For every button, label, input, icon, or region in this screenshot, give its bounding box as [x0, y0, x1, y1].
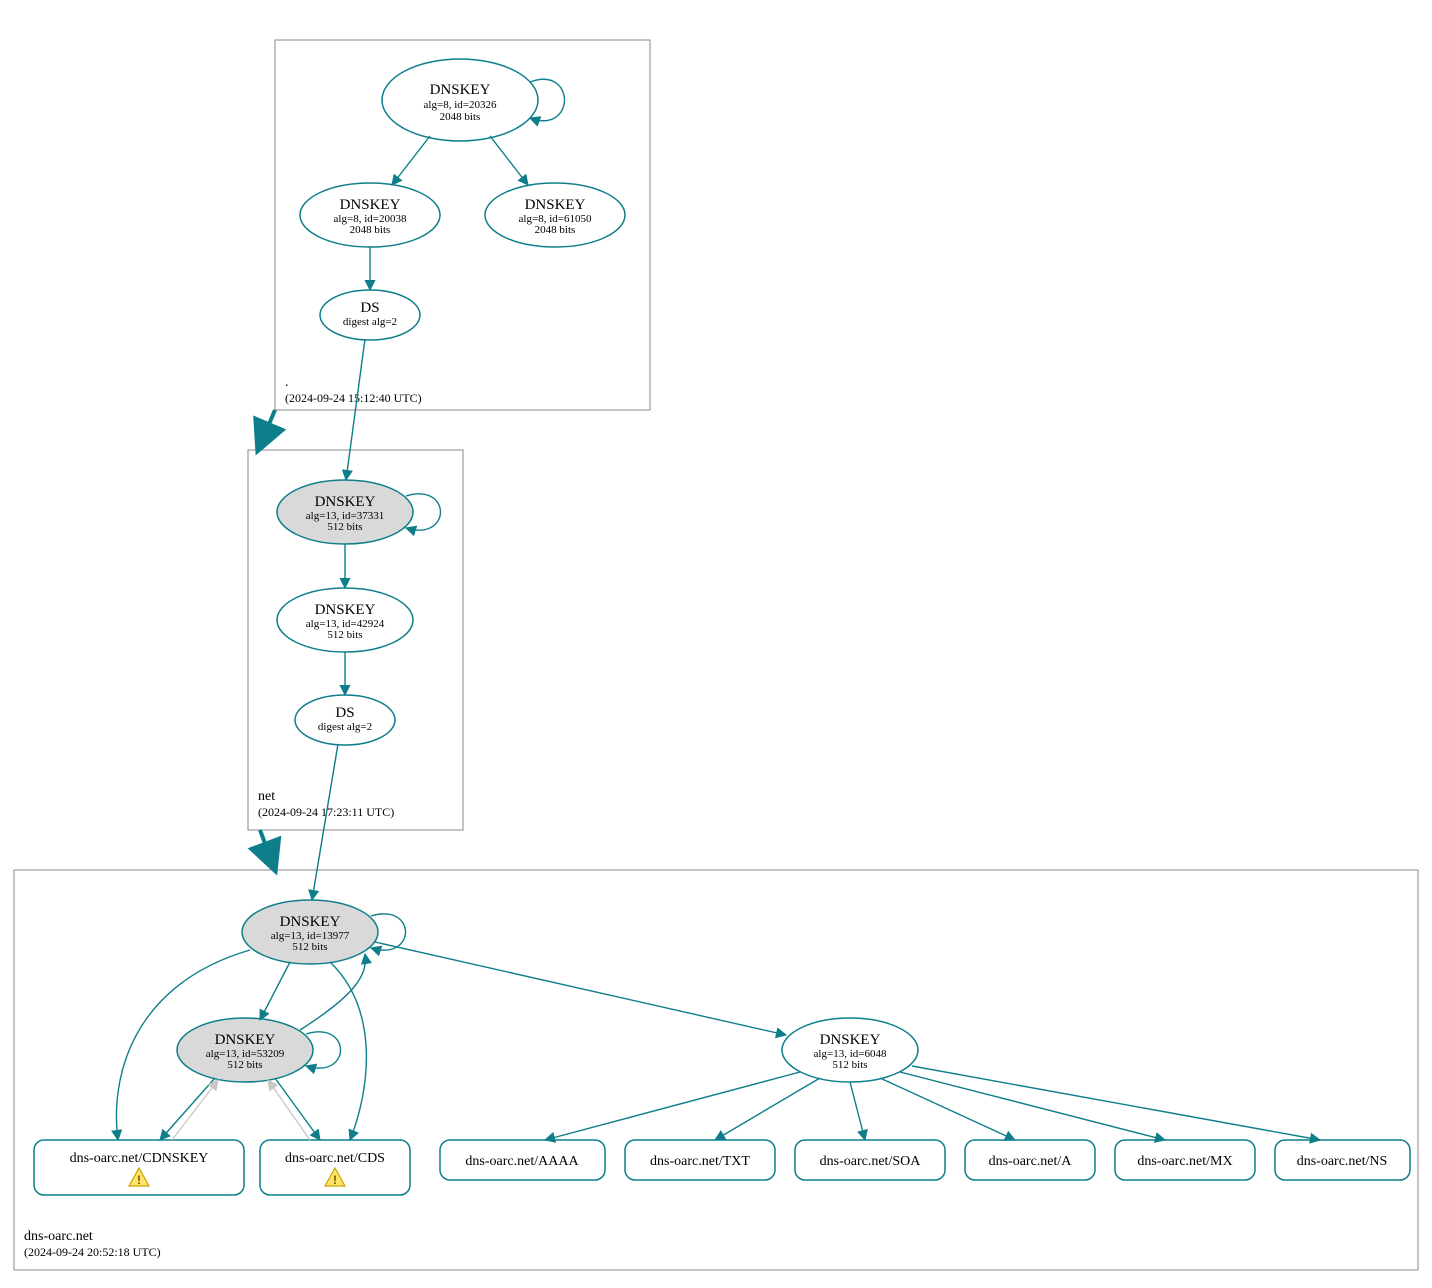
node-root-zsk-20038[interactable]: DNSKEY alg=8, id=20038 2048 bits: [300, 183, 440, 247]
rr-txt[interactable]: dns-oarc.net/TXT: [625, 1140, 775, 1180]
edge-net-to-leaf-zone: [260, 830, 275, 870]
svg-text:dns-oarc.net/TXT: dns-oarc.net/TXT: [650, 1154, 750, 1169]
zone-leaf-ts: (2024-09-24 20:52:18 UTC): [24, 1245, 161, 1259]
svg-text:512 bits: 512 bits: [227, 1059, 262, 1071]
node-leaf-zsk-6048[interactable]: DNSKEY alg=13, id=6048 512 bits: [782, 1018, 918, 1082]
edge-cds-to-zsk53209: [268, 1080, 310, 1140]
edge-leaf-ksk-to-zsk53209: [260, 962, 290, 1020]
edge-zsk6048-to-txt: [715, 1078, 820, 1140]
svg-text:512 bits: 512 bits: [327, 629, 362, 641]
svg-text:!: !: [137, 1173, 141, 1187]
svg-text:DNSKEY: DNSKEY: [340, 197, 401, 213]
node-net-ksk[interactable]: DNSKEY alg=13, id=37331 512 bits: [277, 480, 413, 544]
svg-text:DNSKEY: DNSKEY: [525, 197, 586, 213]
svg-text:DNSKEY: DNSKEY: [280, 914, 341, 930]
svg-text:DS: DS: [335, 705, 354, 721]
rr-aaaa[interactable]: dns-oarc.net/AAAA: [440, 1140, 605, 1180]
rr-soa[interactable]: dns-oarc.net/SOA: [795, 1140, 945, 1180]
svg-text:DNSKEY: DNSKEY: [430, 82, 491, 98]
zone-leaf-name: dns-oarc.net: [24, 1229, 93, 1244]
svg-text:2048 bits: 2048 bits: [535, 224, 576, 236]
node-root-zsk-61050[interactable]: DNSKEY alg=8, id=61050 2048 bits: [485, 183, 625, 247]
edge-leaf-ksk-to-cds: [330, 962, 366, 1140]
edge-zsk6048-to-aaaa: [545, 1072, 800, 1140]
svg-text:alg=8, id=20326: alg=8, id=20326: [424, 99, 497, 111]
edge-root-to-net-zone: [258, 410, 275, 450]
edge-zsk6048-to-a: [880, 1078, 1015, 1140]
edge-zsk53209-to-cdnskey: [160, 1078, 215, 1140]
edge-leaf-ksk-to-zsk6048: [375, 942, 786, 1035]
edge-net-ds-to-leaf-ksk: [312, 744, 338, 900]
svg-text:dns-oarc.net/CDS: dns-oarc.net/CDS: [285, 1151, 385, 1166]
svg-text:dns-oarc.net/NS: dns-oarc.net/NS: [1297, 1154, 1388, 1169]
svg-text:dns-oarc.net/CDNSKEY: dns-oarc.net/CDNSKEY: [70, 1151, 209, 1166]
svg-text:512 bits: 512 bits: [832, 1059, 867, 1071]
svg-text:512 bits: 512 bits: [327, 521, 362, 533]
node-root-ksk[interactable]: DNSKEY alg=8, id=20326 2048 bits: [382, 59, 538, 141]
edge-cdnskey-to-zsk53209: [172, 1080, 218, 1140]
svg-text:DNSKEY: DNSKEY: [215, 1032, 276, 1048]
rr-cdnskey[interactable]: dns-oarc.net/CDNSKEY !: [34, 1140, 244, 1195]
zone-net-name: net: [258, 789, 275, 804]
edge-zsk53209-to-cds: [275, 1078, 320, 1140]
node-root-ds[interactable]: DS digest alg=2: [320, 290, 420, 340]
svg-text:digest alg=2: digest alg=2: [343, 316, 397, 328]
node-net-zsk[interactable]: DNSKEY alg=13, id=42924 512 bits: [277, 588, 413, 652]
svg-text:dns-oarc.net/SOA: dns-oarc.net/SOA: [820, 1154, 922, 1169]
edge-root-ksk-to-zsk1: [392, 136, 430, 185]
rr-ns[interactable]: dns-oarc.net/NS: [1275, 1140, 1410, 1180]
node-net-ds[interactable]: DS digest alg=2: [295, 695, 395, 745]
svg-text:dns-oarc.net/A: dns-oarc.net/A: [989, 1154, 1073, 1169]
svg-text:DNSKEY: DNSKEY: [315, 494, 376, 510]
rr-a[interactable]: dns-oarc.net/A: [965, 1140, 1095, 1180]
svg-text:DS: DS: [360, 300, 379, 316]
svg-text:2048 bits: 2048 bits: [440, 111, 481, 123]
svg-text:DNSKEY: DNSKEY: [315, 602, 376, 618]
rr-mx[interactable]: dns-oarc.net/MX: [1115, 1140, 1255, 1180]
svg-text:dns-oarc.net/AAAA: dns-oarc.net/AAAA: [465, 1154, 579, 1169]
edge-zsk6048-to-soa: [850, 1082, 865, 1140]
svg-text:!: !: [333, 1173, 337, 1187]
svg-text:dns-oarc.net/MX: dns-oarc.net/MX: [1137, 1154, 1232, 1169]
svg-text:2048 bits: 2048 bits: [350, 224, 391, 236]
node-leaf-zsk-53209[interactable]: DNSKEY alg=13, id=53209 512 bits: [177, 1018, 313, 1082]
edge-root-ksk-to-zsk2: [490, 136, 528, 185]
svg-text:512 bits: 512 bits: [292, 941, 327, 953]
rr-cds[interactable]: dns-oarc.net/CDS !: [260, 1140, 410, 1195]
zone-root-name: .: [285, 375, 289, 390]
svg-text:digest alg=2: digest alg=2: [318, 721, 372, 733]
node-leaf-ksk[interactable]: DNSKEY alg=13, id=13977 512 bits: [242, 900, 378, 964]
zone-root-ts: (2024-09-24 15:12:40 UTC): [285, 391, 422, 405]
svg-text:DNSKEY: DNSKEY: [820, 1032, 881, 1048]
edge-zsk6048-to-ns: [912, 1066, 1320, 1140]
